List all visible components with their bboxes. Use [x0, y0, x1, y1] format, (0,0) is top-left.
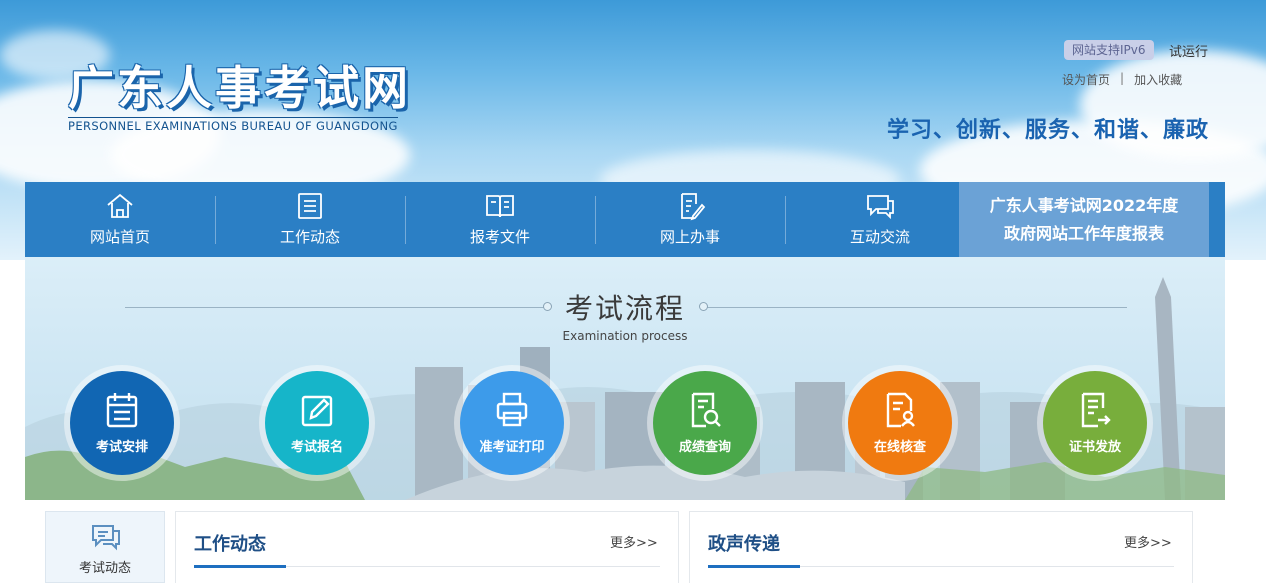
- exam-process-banner: 考试流程 Examination process 考试安排 考试报名 准考证打印…: [25, 257, 1225, 500]
- ipv6-badge: 网站支持IPv6: [1064, 40, 1154, 60]
- panel-title: 工作动态: [194, 534, 266, 555]
- trial-run-label: 试运行: [1169, 45, 1209, 60]
- panel-active-underline: [708, 565, 800, 568]
- set-homepage-link[interactable]: 设为首页: [1062, 71, 1110, 88]
- top-links: 设为首页 | 加入收藏: [1062, 71, 1182, 88]
- nav-item-interaction[interactable]: 互动交流: [785, 182, 975, 257]
- book-icon: [486, 195, 514, 218]
- step-label: 考试安排: [95, 440, 148, 455]
- nav-item-work-news[interactable]: 工作动态: [215, 182, 405, 257]
- list-icon: [298, 193, 322, 219]
- more-link[interactable]: 更多>>: [1124, 532, 1172, 551]
- more-link[interactable]: 更多>>: [610, 532, 658, 551]
- printer-icon: [496, 392, 528, 427]
- process-subtitle: Examination process: [562, 329, 688, 343]
- add-favorite-link[interactable]: 加入收藏: [1134, 71, 1182, 88]
- step-online-verification[interactable]: 在线核查: [848, 371, 952, 475]
- nav-item-online-service[interactable]: 网上办事: [595, 182, 785, 257]
- step-score-inquiry[interactable]: 成绩查询: [653, 371, 757, 475]
- site-logo-subtitle: PERSONNEL EXAMINATIONS BUREAU OF GUANGDO…: [68, 117, 398, 133]
- site-logo-title[interactable]: 广东人事考试网: [68, 52, 411, 118]
- step-label: 成绩查询: [678, 440, 731, 455]
- edit-doc-icon: [681, 193, 706, 221]
- step-exam-registration[interactable]: 考试报名: [265, 371, 369, 475]
- annual-report-line2: 政府网站工作年度报表: [1003, 224, 1164, 243]
- sidebar-label: 考试动态: [78, 561, 131, 576]
- step-admission-ticket-print[interactable]: 准考证打印: [460, 371, 564, 475]
- title-divider-dot: [543, 302, 552, 311]
- site-slogan: 学习、创新、服务、和谐、廉政: [887, 118, 1210, 143]
- panel-work-news: 工作动态 更多>>: [175, 511, 679, 583]
- certificate-icon: [1081, 392, 1111, 428]
- title-divider-dot: [699, 302, 708, 311]
- step-exam-schedule[interactable]: 考试安排: [70, 371, 174, 475]
- nav-item-home[interactable]: 网站首页: [25, 182, 215, 257]
- step-label: 考试报名: [290, 440, 343, 455]
- step-label: 证书发放: [1068, 440, 1121, 455]
- step-certificate-issuance[interactable]: 证书发放: [1043, 371, 1147, 475]
- nav-label: 网上办事: [659, 228, 720, 246]
- panel-active-underline: [194, 565, 286, 568]
- process-title: 考试流程: [565, 292, 686, 325]
- step-label: 准考证打印: [479, 440, 545, 455]
- nav-label: 工作动态: [279, 228, 340, 246]
- nav-label: 报考文件: [469, 228, 530, 246]
- annual-report-link[interactable]: 广东人事考试网2022年度 政府网站工作年度报表: [959, 182, 1209, 257]
- annual-report-line1: 广东人事考试网2022年度: [989, 196, 1179, 215]
- search-doc-icon: [691, 392, 721, 428]
- panel-policy-news: 政声传递 更多>>: [689, 511, 1193, 583]
- home-icon: [107, 193, 133, 218]
- link-separator: |: [1120, 71, 1125, 85]
- title-divider-right: [707, 307, 1127, 308]
- step-label: 在线核查: [873, 440, 926, 455]
- nav-item-exam-documents[interactable]: 报考文件: [405, 182, 595, 257]
- title-divider-left: [125, 307, 545, 308]
- pencil-icon: [301, 395, 333, 427]
- panel-title: 政声传递: [708, 534, 780, 555]
- chat-bubble-icon: [92, 525, 120, 551]
- verify-doc-icon: [886, 392, 915, 428]
- chat-icon: [867, 195, 894, 220]
- nav-label: 网站首页: [89, 228, 150, 246]
- sidebar-exam-news[interactable]: 考试动态: [45, 511, 165, 583]
- nav-label: 互动交流: [849, 228, 910, 246]
- calendar-icon: [106, 393, 138, 428]
